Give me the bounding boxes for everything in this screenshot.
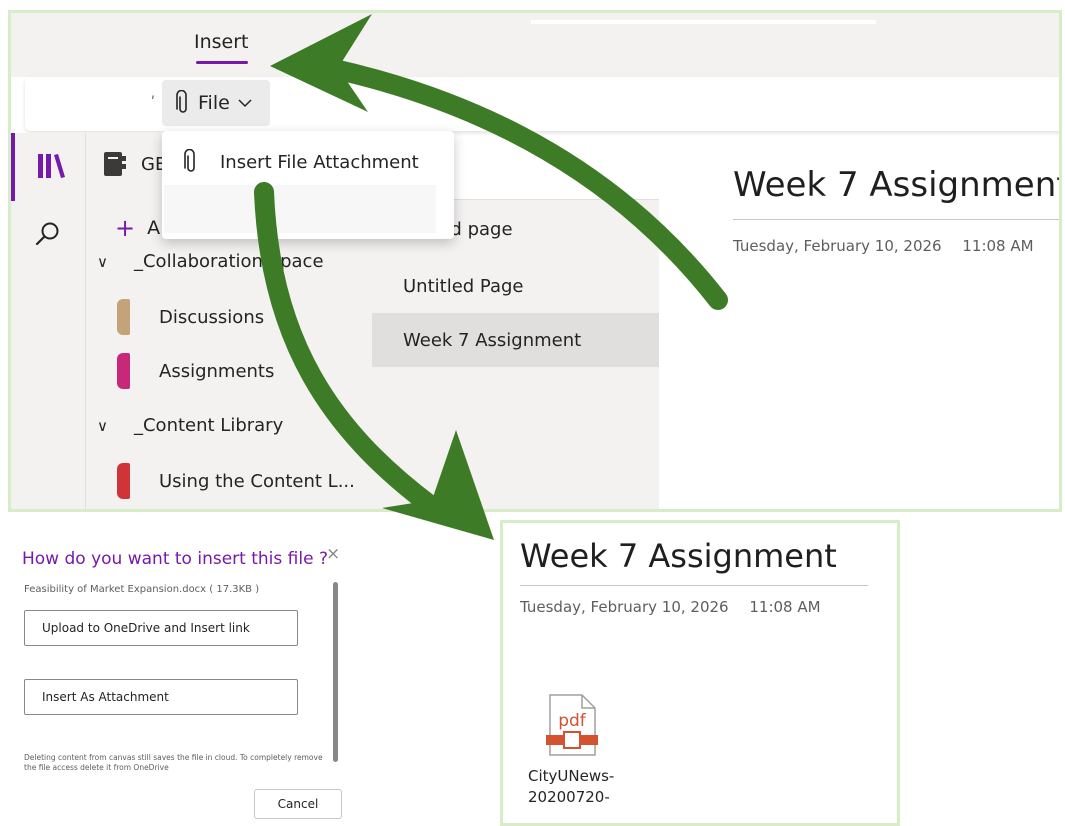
section-group-label: _Content Library [133,415,284,436]
file-button-label: File [198,92,230,114]
add-section-button[interactable]: + A [115,214,161,242]
onenote-window: Insert ʹ File GE + A ∨ _Collaboration Sp… [8,10,1062,512]
section-item-assignments[interactable]: Assignments [117,353,274,389]
chevron-down-icon: ∨ [97,252,108,271]
cancel-button[interactable]: Cancel [254,789,342,819]
filename-line: CityUNews- [528,767,615,785]
notebook-header[interactable]: GE [103,151,166,177]
page-item-week7-selected[interactable]: Week 7 Assignment [372,313,659,367]
search-icon[interactable] [35,221,61,247]
paperclip-icon [176,90,187,113]
rail-active-indicator [11,133,15,201]
section-color-tab [117,353,130,389]
pdf-file-icon[interactable]: pdf [546,694,598,756]
section-color-tab [117,299,130,335]
add-section-label: A [147,217,161,239]
button-label: Cancel [277,797,319,811]
plus-icon: + [115,214,136,242]
ribbon-search-strip [531,20,876,24]
navigation-rail [11,133,85,509]
insert-file-attachment-menu-item[interactable]: Insert File Attachment [162,141,454,183]
section-group-collaboration[interactable]: ∨ _Collaboration Space [97,251,324,272]
page-title[interactable]: Week 7 Assignment [733,165,1059,205]
filename-line: 20200720- [528,788,610,806]
dialog-scrollbar[interactable] [333,582,338,762]
section-item-discussions[interactable]: Discussions [117,299,264,335]
close-icon[interactable]: × [326,544,340,564]
paperclip-icon [184,149,195,172]
page-label: Week 7 Assignment [403,329,582,351]
page-item-untitled[interactable]: Untitled Page [372,259,659,313]
page-date: Tuesday, February 10, 2026 [520,598,729,616]
attachment-filename[interactable]: CityUNews- 20200720- [528,766,648,808]
dialog-note: Deleting content from canvas still saves… [24,753,323,772]
page-datetime: Tuesday, February 10, 2026 11:08 AM [520,598,821,616]
page-date: Tuesday, February 10, 2026 [733,237,942,255]
button-label: Upload to OneDrive and Insert link [42,621,250,635]
button-label: Insert As Attachment [42,690,169,704]
dialog-title: How do you want to insert this file ? [22,549,328,569]
section-label: Discussions [159,306,265,328]
upload-onedrive-button[interactable]: Upload to OneDrive and Insert link [24,610,298,646]
chevron-down-icon: ∨ [97,416,108,435]
page-time: 11:08 AM [749,598,821,616]
title-divider [733,219,1059,220]
chevron-down-icon [238,99,252,108]
notebook-icon [104,152,126,176]
page-title[interactable]: Week 7 Assignment [520,537,837,575]
notebooks-icon[interactable] [37,153,67,179]
tab-active-indicator [196,61,248,64]
page-datetime: Tuesday, February 10, 2026 11:08 AM [733,237,1034,255]
section-group-content-library[interactable]: ∨ _Content Library [97,415,283,436]
page-time: 11:08 AM [962,237,1034,255]
title-divider [520,585,868,586]
toolbar-separator: ʹ [151,95,155,111]
tab-insert[interactable]: Insert [194,31,249,53]
pdf-type-label: pdf [558,711,587,731]
insert-as-attachment-button[interactable]: Insert As Attachment [24,679,298,715]
section-group-label: _Collaboration Space [133,251,324,272]
section-label: Using the Content L... [159,470,355,492]
file-button[interactable]: File [162,80,270,126]
page-label: Untitled Page [403,275,524,297]
menu-item-label: Insert File Attachment [220,151,419,173]
dropdown-empty-item [164,185,436,233]
section-item-content-library[interactable]: Using the Content L... [117,463,355,499]
dialog-file-info: Feasibility of Market Expansion.docx ( 1… [24,584,260,595]
section-color-tab [117,463,130,499]
section-label: Assignments [159,360,275,382]
